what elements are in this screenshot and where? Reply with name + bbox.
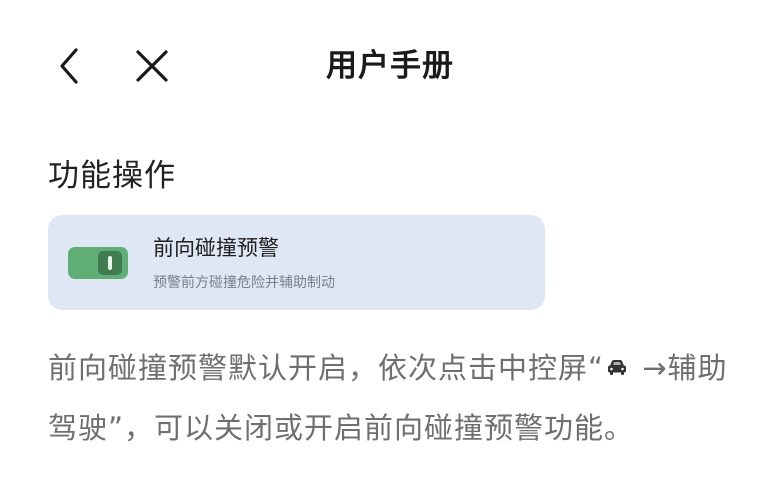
instruction-text-part1: 前向碰撞预警默认开启，依次点击中控屏“ — [48, 351, 605, 385]
page-title: 用户手册 — [326, 48, 454, 84]
toggle-knob — [98, 251, 122, 275]
car-icon — [608, 360, 627, 375]
feature-name: 前向碰撞预警 — [153, 236, 279, 260]
section-title: 功能操作 — [48, 158, 176, 194]
user-manual-page: 用户手册 功能操作 前向碰撞预警 预警前方碰撞危险并辅助制动 前向碰撞预警默认开… — [0, 0, 780, 500]
instruction-text: 前向碰撞预警默认开启，依次点击中控屏“ →辅助驾驶”，可以关闭或开启前向碰撞预警… — [48, 338, 748, 458]
feature-card-forward-collision-warning[interactable]: 前向碰撞预警 预警前方碰撞危险并辅助制动 — [48, 215, 545, 310]
feature-toggle[interactable] — [68, 247, 128, 279]
header: 用户手册 — [0, 0, 780, 130]
feature-description: 预警前方碰撞危险并辅助制动 — [153, 275, 335, 291]
